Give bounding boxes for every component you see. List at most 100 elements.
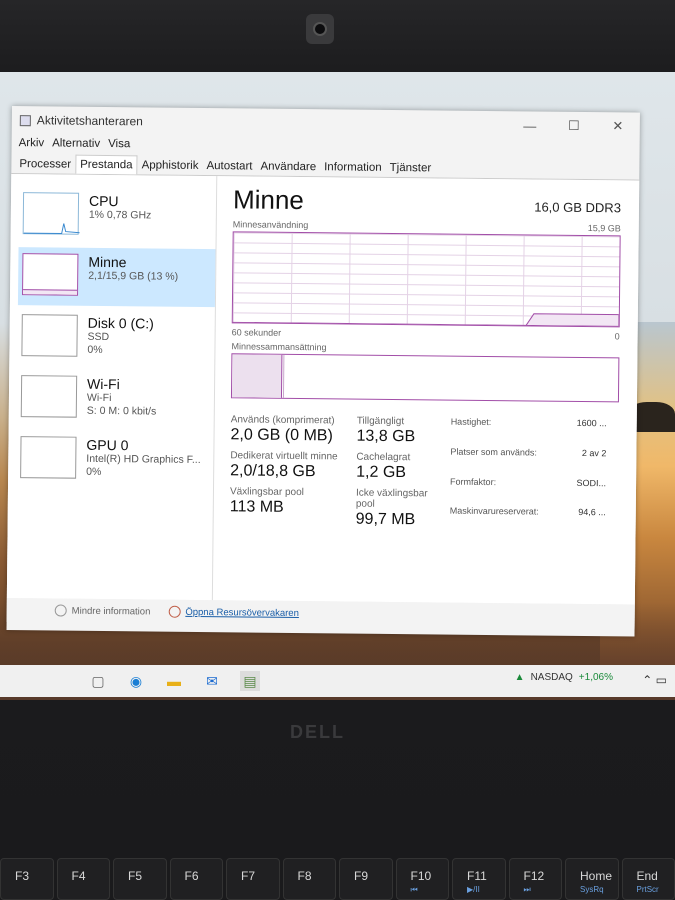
edge-browser-icon[interactable]: ◉: [126, 671, 146, 691]
display-icon[interactable]: ▭: [656, 673, 667, 687]
key-f10: F10 ⏮: [395, 858, 449, 900]
stat-used: 2,0 GB (0 MB): [230, 426, 333, 445]
key-sublabel: ⏭: [523, 885, 531, 894]
sidebar-detail: SSD: [87, 330, 110, 344]
sidebar-item-gpu[interactable]: GPU 0 Intel(R) HD Graphics F... 0%: [16, 430, 214, 490]
key-label: End: [636, 869, 658, 883]
stat-label: Används (komprimerat): [230, 414, 335, 427]
graph-time-end: 0: [614, 331, 620, 342]
stock-chart-icon: ▲: [514, 672, 525, 683]
chevron-up-icon[interactable]: ⌃: [642, 673, 652, 687]
gpu-thumbnail-graph: [20, 436, 77, 479]
key-label: F6: [184, 869, 199, 883]
key-f7: F7: [226, 858, 280, 900]
key-home: Home SysRq: [565, 858, 619, 900]
window-controls: — ☐ ✕: [508, 111, 640, 140]
open-resource-monitor-link[interactable]: Öppna Resursövervakaren: [168, 605, 299, 619]
function-key-row: F3 F4 F5 F6 F7 F8 F9 F10 ⏮ F11 ▶/II F12 ⏭ Home SysRq En…: [0, 858, 675, 900]
sidebar-title: GPU 0: [86, 436, 129, 454]
minimize-button[interactable]: —: [508, 111, 552, 139]
usage-graph-max: 15,9 GB: [587, 223, 621, 234]
close-icon: ✕: [612, 118, 624, 134]
less-info-label: Mindre information: [71, 605, 151, 617]
stock-widget[interactable]: ▲ NASDAQ +1,06%: [515, 672, 613, 683]
tab-apphistorik[interactable]: Apphistorik: [138, 156, 203, 175]
memory-stats: Används (komprimerat) 2,0 GB (0 MB) Till…: [230, 414, 619, 531]
resource-monitor-icon: [168, 605, 181, 618]
cpu-thumbnail-graph: [22, 192, 80, 235]
sidebar-detail: 2,1/15,9 GB (13 %): [88, 269, 179, 283]
tab-autostart[interactable]: Autostart: [202, 157, 256, 176]
stat-label: Icke växlingsbar pool: [355, 487, 428, 510]
key-label: F4: [71, 869, 86, 883]
memory-details: Hastighet: 1600 ... Platser som används:…: [450, 417, 607, 532]
taskbar: ▢ ◉ ▬ ✉ ▤ ▲ NASDAQ +1,06% ⌃ ▭: [0, 665, 675, 697]
sidebar-detail: Wi-Fi: [86, 391, 112, 405]
key-end: End PrtScr: [621, 858, 675, 900]
cpu-thumbnail-line: [23, 223, 80, 235]
memory-usage-graph: [231, 231, 621, 328]
tab-information[interactable]: Information: [320, 158, 386, 177]
key-label: F7: [241, 869, 256, 883]
memory-thumbnail-fill: [23, 288, 78, 295]
stat-available: 13,8 GB: [356, 427, 416, 446]
sidebar-item-minne[interactable]: Minne 2,1/15,9 GB (13 %): [17, 247, 216, 308]
task-manager-window: Aktivitetshanteraren — ☐ ✕ Arkiv Alterna…: [6, 106, 640, 637]
menu-visa[interactable]: Visa: [108, 138, 130, 150]
mail-icon[interactable]: ✉: [202, 671, 222, 691]
sidebar-item-wifi[interactable]: Wi-Fi Wi-Fi S: 0 M: 0 kbit/s: [17, 369, 215, 429]
memory-detail-pane: Minne 16,0 GB DDR3 Minnesanvändning 15,9…: [213, 176, 639, 604]
key-label: F10: [410, 869, 432, 883]
task-manager-taskbar-icon[interactable]: ▤: [240, 671, 260, 691]
page-title: Minne: [232, 184, 305, 216]
detail-label: Hastighet:: [450, 416, 492, 428]
resource-sidebar: CPU 1% 0,78 GHz Minne 2,1/15,9 GB (13 %): [6, 173, 218, 601]
memory-thumbnail-graph: [22, 253, 79, 296]
detail-label: Platser som används:: [450, 446, 538, 458]
key-label: F3: [15, 869, 30, 883]
stock-change: +1,06%: [578, 672, 613, 683]
key-f4: F4: [56, 858, 110, 900]
tab-anvandare[interactable]: Användare: [256, 158, 320, 177]
memory-composition-bar: [230, 353, 620, 403]
dell-logo: DELL: [290, 722, 345, 742]
detail-value: 1600 ...: [576, 417, 607, 429]
menu-arkiv[interactable]: Arkiv: [19, 137, 45, 149]
maximize-button[interactable]: ☐: [552, 112, 596, 140]
key-f6: F6: [169, 858, 223, 900]
sidebar-title: Disk 0 (C:): [87, 314, 154, 332]
maximize-icon: ☐: [567, 117, 580, 133]
key-label: F8: [297, 869, 312, 883]
stat-cached: 1,2 GB: [356, 463, 407, 482]
sidebar-item-cpu[interactable]: CPU 1% 0,78 GHz: [19, 186, 217, 246]
menu-alternativ[interactable]: Alternativ: [52, 137, 100, 150]
file-explorer-icon[interactable]: ▬: [164, 671, 184, 691]
performance-body: CPU 1% 0,78 GHz Minne 2,1/15,9 GB (13 %): [6, 173, 640, 605]
key-label: F5: [128, 869, 143, 883]
minimize-icon: —: [523, 117, 537, 133]
tab-tjanster[interactable]: Tjänster: [386, 159, 436, 178]
key-sublabel: ▶/II: [467, 885, 480, 894]
key-label: F11: [467, 869, 487, 883]
tab-processer[interactable]: Processer: [15, 155, 75, 174]
less-info-button[interactable]: Mindre information: [54, 604, 151, 617]
webcam: [306, 14, 334, 44]
open-resource-monitor-label[interactable]: Öppna Resursövervakaren: [185, 606, 299, 618]
composition-in-use: [231, 354, 283, 398]
stat-nonpaged-pool: 99,7 MB: [355, 510, 416, 529]
laptop-bezel: [0, 0, 675, 75]
tab-prestanda[interactable]: Prestanda: [75, 154, 138, 175]
sidebar-item-disk[interactable]: Disk 0 (C:) SSD 0%: [17, 308, 215, 368]
detail-label: Maskinvarureserverat:: [449, 505, 539, 517]
stat-label: Tillgängligt: [356, 415, 405, 428]
sidebar-detail-2: 0%: [87, 343, 103, 356]
stock-name: NASDAQ: [530, 672, 573, 683]
sidebar-detail-2: 0%: [86, 465, 102, 478]
task-view-icon[interactable]: ▢: [88, 671, 108, 691]
close-button[interactable]: ✕: [596, 112, 640, 140]
chevron-up-icon: [54, 604, 67, 617]
stat-paged-pool: 113 MB: [229, 498, 284, 516]
wifi-thumbnail-graph: [20, 375, 78, 418]
task-manager-icon: [19, 114, 31, 126]
stat-label: Cachelagrat: [356, 451, 411, 464]
